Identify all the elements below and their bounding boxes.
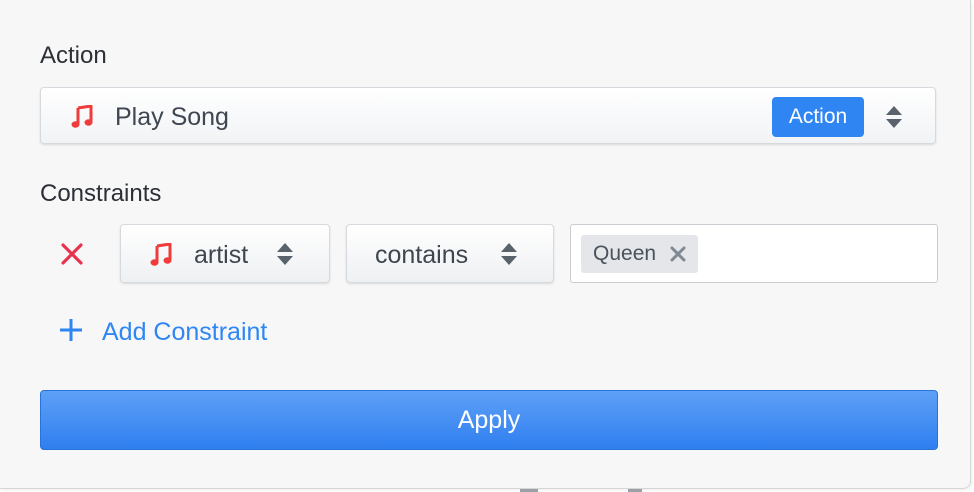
action-type-badge: Action bbox=[772, 97, 864, 137]
action-editor-panel: Action Play Song Action Constraints arti… bbox=[0, 0, 971, 489]
value-token: Queen bbox=[581, 235, 699, 273]
add-constraint-button[interactable]: Add Constraint bbox=[58, 315, 267, 349]
updown-chevron-icon bbox=[500, 242, 518, 271]
constraints-section-title: Constraints bbox=[40, 180, 162, 207]
action-select-label: Play Song bbox=[115, 103, 229, 131]
plus-icon bbox=[58, 317, 84, 348]
constraint-field-label: artist bbox=[194, 241, 249, 269]
constraint-operator-select[interactable]: contains bbox=[346, 224, 554, 283]
action-section-title: Action bbox=[40, 42, 107, 69]
constraint-field-select[interactable]: artist bbox=[120, 224, 330, 283]
action-select[interactable]: Play Song Action bbox=[40, 87, 936, 144]
updown-chevron-icon bbox=[885, 105, 903, 134]
constraint-value-input[interactable]: Queen bbox=[570, 224, 938, 283]
music-note-icon bbox=[150, 242, 172, 272]
value-token-label: Queen bbox=[593, 242, 657, 265]
remove-constraint-icon[interactable] bbox=[59, 241, 85, 267]
close-icon[interactable] bbox=[670, 246, 686, 262]
constraint-operator-label: contains bbox=[375, 241, 469, 269]
apply-button[interactable]: Apply bbox=[40, 390, 938, 450]
music-note-icon bbox=[71, 104, 93, 134]
add-constraint-label: Add Constraint bbox=[102, 317, 268, 346]
updown-chevron-icon bbox=[276, 242, 294, 271]
